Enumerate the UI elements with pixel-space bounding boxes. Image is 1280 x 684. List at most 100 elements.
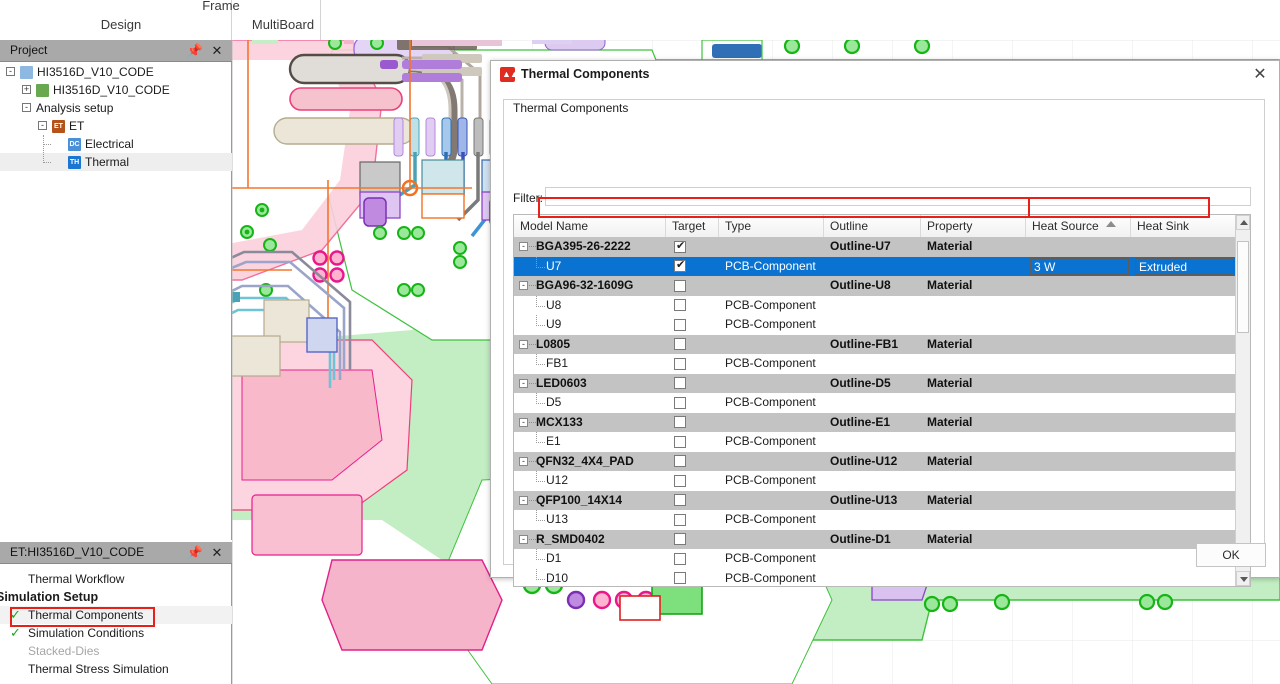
tree-item-analysis-setup[interactable]: - Analysis setup [0, 99, 232, 117]
ok-button[interactable]: OK [1196, 543, 1266, 567]
workflow-item-stacked-dies[interactable]: Stacked-Dies [0, 642, 232, 660]
table-row[interactable]: - MCX133 Outline-E1 Material [514, 412, 1236, 432]
workflow-item-thermal-workflow[interactable]: Thermal Workflow [0, 570, 232, 588]
cell-heat-sink[interactable]: Extruded [1135, 257, 1234, 275]
target-checkbox[interactable] [674, 377, 686, 389]
target-checkbox[interactable] [674, 299, 686, 311]
row-expander-icon[interactable]: - [519, 242, 528, 251]
table-row[interactable]: D10 PCB-Component [514, 568, 1236, 586]
column-header-label: Outline [830, 219, 869, 233]
check-icon: ✓ [10, 625, 21, 640]
project-tree[interactable]: - HI3516D_V10_CODE + HI3516D_V10_CODE - Analy… [0, 63, 232, 171]
table-row[interactable]: - QFN32_4X4_PAD Outline-U12 Material [514, 451, 1236, 471]
ribbon-tab-design[interactable]: Design [86, 17, 156, 32]
row-expander-icon[interactable]: - [519, 495, 528, 505]
cell-type: PCB-Component [725, 356, 816, 370]
ribbon-tab-multiboard[interactable]: MultiBoard [243, 17, 323, 32]
column-header-heat-source[interactable]: Heat Source [1026, 215, 1131, 237]
target-checkbox[interactable] [674, 396, 686, 409]
table-row[interactable]: U8 PCB-Component [514, 295, 1236, 315]
table-row[interactable]: FB1 PCB-Component [514, 354, 1236, 374]
tree-item-label: Thermal [85, 155, 130, 169]
column-header-type[interactable]: Type [719, 215, 824, 237]
close-icon[interactable]: ✕ [208, 42, 226, 60]
table-row[interactable]: D5 PCB-Component [514, 393, 1236, 413]
table-row[interactable]: - QFP100_14X14 Outline-U13 Material [514, 490, 1236, 510]
target-checkbox[interactable] [674, 338, 686, 350]
workflow-list[interactable]: Thermal Workflow Simulation Setup ✓ Thermal… [0, 570, 232, 678]
target-checkbox[interactable] [674, 533, 686, 545]
target-checkbox[interactable] [674, 513, 686, 526]
table-row[interactable]: U9 PCB-Component [514, 315, 1236, 335]
row-expander-icon[interactable]: - [519, 281, 528, 290]
pin-icon[interactable]: 📌 [186, 42, 204, 60]
column-header-model-name[interactable]: Model Name [514, 215, 666, 237]
workflow-item-thermal-stress-simulation[interactable]: Thermal Stress Simulation [0, 660, 232, 678]
cell-type: PCB-Component [725, 395, 816, 409]
row-expander-icon[interactable]: - [519, 339, 528, 349]
tree-item-hi3516d-v10-code[interactable]: + HI3516D_V10_CODE [0, 81, 232, 99]
workflow-item-thermal-components[interactable]: ✓ Thermal Components [0, 606, 232, 624]
table-row[interactable]: - L0805 Outline-FB1 Material [514, 334, 1236, 354]
table-row[interactable]: E1 PCB-Component [514, 432, 1236, 452]
tree-item-electrical[interactable]: DC Electrical [0, 135, 232, 153]
target-checkbox[interactable] [674, 239, 686, 253]
ribbon-bar: Frame Design MultiBoard [0, 0, 1280, 40]
target-checkbox[interactable] [674, 572, 686, 584]
tree-connector [529, 343, 536, 345]
cell-model-name: D10 [546, 570, 569, 585]
column-header-property[interactable]: Property [921, 215, 1026, 237]
cell-heat-source[interactable]: 3 W [1030, 257, 1129, 275]
pin-icon[interactable]: 📌 [186, 544, 204, 562]
dc-badge-icon: DC [68, 138, 81, 151]
cell-property: Material [927, 492, 973, 507]
column-header-target[interactable]: Target [666, 215, 719, 237]
target-checkbox[interactable] [674, 416, 686, 428]
table-row[interactable]: - R_SMD0402 Outline-D1 Material [514, 529, 1236, 549]
row-expander-icon[interactable]: - [519, 417, 528, 427]
target-checkbox[interactable] [674, 258, 686, 272]
tree-item-hi3516d-v10-code[interactable]: - HI3516D_V10_CODE [0, 63, 232, 81]
target-checkbox[interactable] [674, 435, 686, 448]
dialog-titlebar[interactable]: ▲▲ Thermal Components ✕ [491, 61, 1279, 89]
row-expander-icon[interactable]: - [519, 378, 528, 388]
column-header-outline[interactable]: Outline [824, 215, 921, 237]
scrollbar-thumb[interactable] [1237, 241, 1249, 333]
target-checkbox[interactable] [674, 474, 686, 487]
target-checkbox[interactable] [674, 357, 686, 370]
ribbon-tab-frame[interactable]: Frame [186, 0, 256, 13]
table-row[interactable]: D1 PCB-Component [514, 549, 1236, 569]
row-expander-icon[interactable]: - [519, 456, 528, 466]
table-body[interactable]: -BGA395-26-2222Outline-U7MaterialU7PCB-C… [514, 237, 1236, 586]
tree-expander-icon[interactable]: + [22, 85, 31, 94]
workflow-item-simulation-conditions[interactable]: ✓ Simulation Conditions [0, 624, 232, 642]
tree-expander-icon[interactable]: - [22, 103, 31, 112]
filter-input[interactable] [545, 187, 1251, 206]
table-row[interactable]: - LED0603 Outline-D5 Material [514, 373, 1236, 393]
close-icon[interactable]: ✕ [1249, 65, 1271, 85]
tree-expander-icon[interactable]: - [6, 67, 15, 76]
table-row[interactable]: U13 PCB-Component [514, 510, 1236, 530]
table-row[interactable]: -BGA395-26-2222 Outline-U7 Material [514, 237, 1236, 257]
tree-expander-icon[interactable]: - [38, 121, 47, 130]
scroll-up-arrow[interactable] [1236, 215, 1250, 230]
target-checkbox[interactable] [674, 494, 686, 506]
tree-connector [536, 549, 545, 560]
close-icon[interactable]: ✕ [208, 544, 226, 562]
components-table[interactable]: Model Name Target Type Outline Property Heat … [513, 214, 1251, 587]
target-checkbox[interactable] [674, 455, 686, 467]
tree-connector [529, 246, 536, 247]
column-header-heat-sink[interactable]: Heat Sink [1131, 215, 1236, 237]
table-row[interactable]: U7 PCB-Component 3 W Extruded [514, 256, 1236, 276]
tree-item-et[interactable]: - ET ET [0, 117, 232, 135]
table-row[interactable]: U12 PCB-Component [514, 471, 1236, 491]
target-checkbox[interactable] [674, 318, 686, 331]
table-row[interactable]: - BGA96-32-1609G Outline-U8 Material [514, 276, 1236, 296]
tree-item-thermal[interactable]: TH Thermal [0, 153, 232, 171]
row-expander-icon[interactable]: - [519, 534, 528, 544]
target-checkbox[interactable] [674, 279, 686, 292]
target-checkbox[interactable] [674, 552, 686, 565]
workflow-item-simulation-setup[interactable]: Simulation Setup [0, 588, 232, 606]
scroll-down-arrow[interactable] [1236, 571, 1250, 586]
table-vertical-scrollbar[interactable] [1235, 215, 1250, 586]
